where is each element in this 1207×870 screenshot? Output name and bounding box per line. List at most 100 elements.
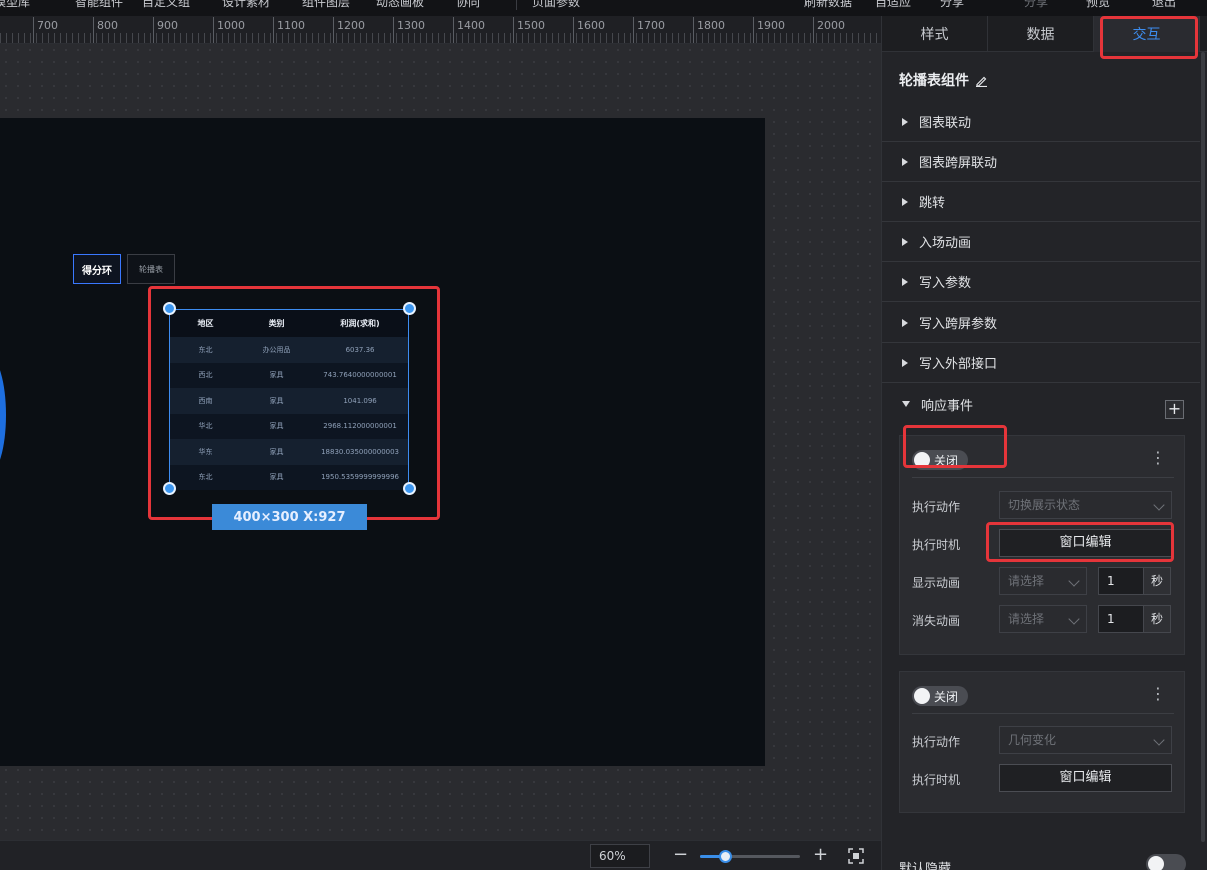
table-cell: 家具	[269, 396, 284, 405]
menu-item[interactable]: 自适应	[875, 0, 911, 10]
select-value: 几何变化	[1008, 733, 1057, 747]
tab-style[interactable]: 样式	[882, 16, 988, 52]
table-cell: 2968.112000000001	[323, 422, 397, 431]
section-jump[interactable]: 跳转	[882, 182, 1200, 222]
event-toggle[interactable]: 关闭	[912, 686, 968, 706]
select-value: 切换展示状态	[1008, 498, 1081, 512]
ruler-label: 1700	[637, 19, 665, 32]
carousel-table-widget[interactable]: 地区 类别 利润(求和) 东北 办公用品 6037.36 西北 家具 743.7…	[169, 309, 409, 490]
more-options-icon[interactable]: ⋮	[1150, 684, 1166, 704]
ruler-major	[213, 17, 214, 43]
zoom-slider[interactable]	[700, 850, 800, 863]
action-select[interactable]: 几何变化	[999, 726, 1172, 754]
table-cell: 东北	[198, 473, 213, 482]
seconds-unit: 秒	[1143, 605, 1171, 633]
chevron-down-icon	[1068, 575, 1080, 587]
menu-item[interactable]: 动态画板	[376, 0, 424, 10]
section-label: 写入参数	[919, 276, 972, 291]
section-entry-animation[interactable]: 入场动画	[882, 222, 1200, 262]
zoom-out-button[interactable]: −	[673, 844, 688, 866]
caret-right-icon	[902, 197, 908, 206]
ruler-label: 1200	[337, 19, 365, 32]
column-header: 类别	[268, 319, 285, 328]
ruler-label: 800	[97, 19, 118, 32]
zoom-input[interactable]: 60%	[590, 844, 650, 868]
hide-animation-duration-input[interactable]: 1	[1098, 605, 1144, 633]
table-cell: 西南	[198, 396, 213, 405]
resize-handle-top-right[interactable]	[403, 302, 416, 315]
highlight-box-window-edit	[986, 522, 1174, 562]
ruler-ticks	[0, 33, 881, 43]
table-cell: 家具	[269, 371, 284, 380]
default-hidden-toggle[interactable]	[1146, 854, 1186, 870]
section-label: 图表联动	[919, 116, 972, 131]
show-animation-select[interactable]: 请选择	[999, 567, 1087, 595]
table-cell: 办公用品	[262, 345, 291, 354]
table-cell: 家具	[269, 447, 284, 456]
tab-score-ring[interactable]: 得分环	[73, 254, 121, 284]
caret-right-icon	[902, 318, 908, 327]
section-write-cross-screen-params[interactable]: 写入跨屏参数	[882, 303, 1200, 343]
menu-item[interactable]: 刷新数据	[804, 0, 852, 10]
section-write-external-api[interactable]: 写入外部接口	[882, 343, 1200, 383]
chevron-down-icon	[1153, 499, 1165, 511]
ruler-major	[273, 17, 274, 43]
resize-handle-bottom-left[interactable]	[163, 482, 176, 495]
caret-right-icon	[902, 277, 908, 286]
chevron-down-icon	[1068, 613, 1080, 625]
edit-pencil-icon[interactable]	[975, 74, 988, 87]
menu-item[interactable]: 协同	[456, 0, 480, 10]
ruler-major	[693, 17, 694, 43]
add-event-button[interactable]: +	[1165, 400, 1184, 419]
menu-item[interactable]: 分享	[940, 0, 964, 10]
resize-handle-bottom-right[interactable]	[403, 482, 416, 495]
toggle-knob	[1148, 856, 1164, 870]
table-cell: 18830.035000000003	[321, 447, 400, 456]
ruler-major	[153, 17, 154, 43]
window-edit-button[interactable]: 窗口编辑	[999, 764, 1172, 792]
event-card-header: 关闭 ⋮	[912, 682, 1174, 714]
show-animation-duration-input[interactable]: 1	[1098, 567, 1144, 595]
table-cell: 1950.5359999999996	[321, 473, 400, 482]
section-chart-linkage[interactable]: 图表联动	[882, 102, 1200, 142]
score-ring-widget-edge[interactable]	[0, 355, 6, 475]
tab-carousel-table[interactable]: 轮播表	[127, 254, 175, 284]
zoom-slider-knob[interactable]	[719, 850, 732, 863]
hide-animation-select[interactable]: 请选择	[999, 605, 1087, 633]
action-select[interactable]: 切换展示状态	[999, 491, 1172, 519]
menu-item[interactable]: 分享	[1024, 0, 1048, 10]
ruler-label: 1300	[397, 19, 425, 32]
column-header: 利润(求和)	[340, 319, 380, 328]
section-cross-screen-linkage[interactable]: 图表跨屏联动	[882, 142, 1200, 182]
chevron-down-icon	[1153, 734, 1165, 746]
panel-scrollbar[interactable]	[1201, 52, 1205, 842]
ruler-label: 1400	[457, 19, 485, 32]
more-options-icon[interactable]: ⋮	[1150, 448, 1166, 468]
menu-item[interactable]: 预览	[1086, 0, 1110, 10]
menu-item[interactable]: 设计素材	[222, 0, 270, 10]
ruler-major	[633, 17, 634, 43]
menu-item[interactable]: 页面参数	[532, 0, 580, 10]
hide-animation-label: 消失动画	[912, 614, 961, 628]
zoom-in-button[interactable]: +	[813, 844, 828, 866]
editor-canvas[interactable]: 得分环 轮播表 地区 类别 利润(求和) 东北 办公用品 6037.36 西北 …	[0, 44, 881, 840]
ruler-major	[93, 17, 94, 43]
caret-down-icon	[902, 401, 910, 407]
menu-item[interactable]: 模型库	[0, 0, 30, 10]
fit-screen-icon[interactable]	[848, 848, 864, 864]
menu-item[interactable]: 组件图层	[302, 0, 350, 10]
component-title: 轮播表组件	[899, 70, 988, 90]
menu-item[interactable]: 智能组件	[75, 0, 123, 10]
table-row: 东北 办公用品 6037.36	[170, 337, 408, 363]
menu-item[interactable]: 自定义组	[142, 0, 190, 10]
section-write-params[interactable]: 写入参数	[882, 262, 1200, 302]
default-hidden-label: 默认隐藏	[899, 862, 952, 870]
table-cell: 西北	[198, 371, 213, 380]
table-cell: 6037.36	[345, 345, 375, 354]
tab-data[interactable]: 数据	[988, 16, 1094, 52]
resize-handle-top-left[interactable]	[163, 302, 176, 315]
section-response-events[interactable]: 响应事件	[882, 384, 1200, 424]
menu-item[interactable]: 退出	[1152, 0, 1176, 10]
action-label: 执行动作	[912, 735, 961, 749]
ruler-label: 1600	[577, 19, 605, 32]
